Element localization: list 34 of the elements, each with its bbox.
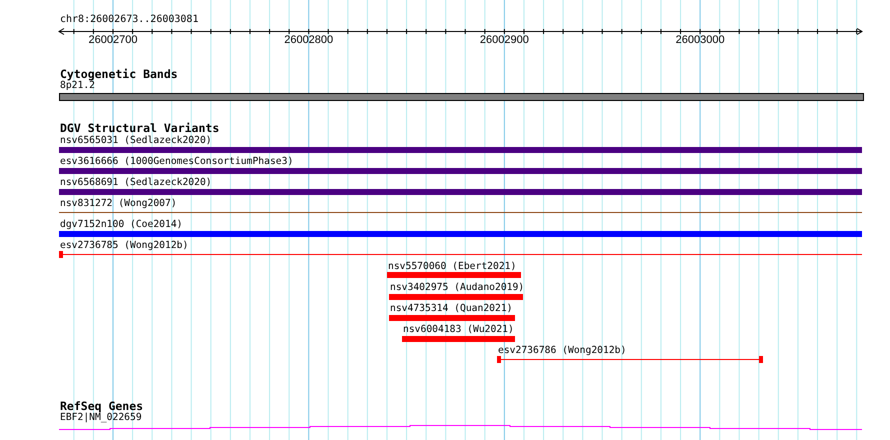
variant-line[interactable] <box>59 212 862 213</box>
variant-bar[interactable] <box>59 189 862 195</box>
cytoband-bar[interactable] <box>59 93 864 101</box>
feature-label[interactable]: nsv5570060 (Ebert2021) <box>388 261 516 272</box>
feature-label[interactable]: EBF2|NM_022659 <box>60 412 142 423</box>
location-label: chr8:26002673..26003081 <box>60 14 198 26</box>
track-title: DGV Structural Variants <box>60 122 220 134</box>
position-tick-label: 26003000 <box>676 34 725 46</box>
variant-bar[interactable] <box>389 315 515 321</box>
feature-label[interactable]: nsv6568691 (Sedlazeck2020) <box>60 177 212 188</box>
feature-label[interactable]: nsv4735314 (Quan2021) <box>390 303 512 314</box>
feature-label[interactable]: nsv3402975 (Audano2019) <box>390 282 524 293</box>
gene-line[interactable] <box>58 425 862 430</box>
feature-label[interactable]: esv3616666 (1000GenomesConsortiumPhase3) <box>60 156 294 167</box>
variant-interval[interactable] <box>497 356 763 363</box>
variant-interval[interactable] <box>59 251 862 258</box>
feature-label[interactable]: 8p21.2 <box>60 80 95 91</box>
feature-label[interactable]: esv2736786 (Wong2012b) <box>498 345 626 356</box>
variant-bar[interactable] <box>402 336 515 342</box>
feature-label[interactable]: dgv7152n100 (Coe2014) <box>60 219 182 230</box>
feature-label[interactable]: nsv6004183 (Wu2021) <box>403 324 514 335</box>
feature-label[interactable]: esv2736785 (Wong2012b) <box>60 240 188 251</box>
variant-bar[interactable] <box>389 294 523 300</box>
variant-bar[interactable] <box>59 231 862 237</box>
track-title: Cytogenetic Bands <box>60 68 178 80</box>
variant-bar[interactable] <box>59 168 862 174</box>
track-title: RefSeq Genes <box>60 400 144 412</box>
feature-label[interactable]: nsv831272 (Wong2007) <box>60 198 177 209</box>
position-tick-label: 26002700 <box>88 34 138 46</box>
variant-bar[interactable] <box>59 147 862 153</box>
feature-label[interactable]: nsv6565031 (Sedlazeck2020) <box>60 135 212 146</box>
variant-bar[interactable] <box>387 272 521 278</box>
position-tick-label: 26002800 <box>284 34 334 46</box>
position-tick-label: 26002900 <box>480 34 529 46</box>
